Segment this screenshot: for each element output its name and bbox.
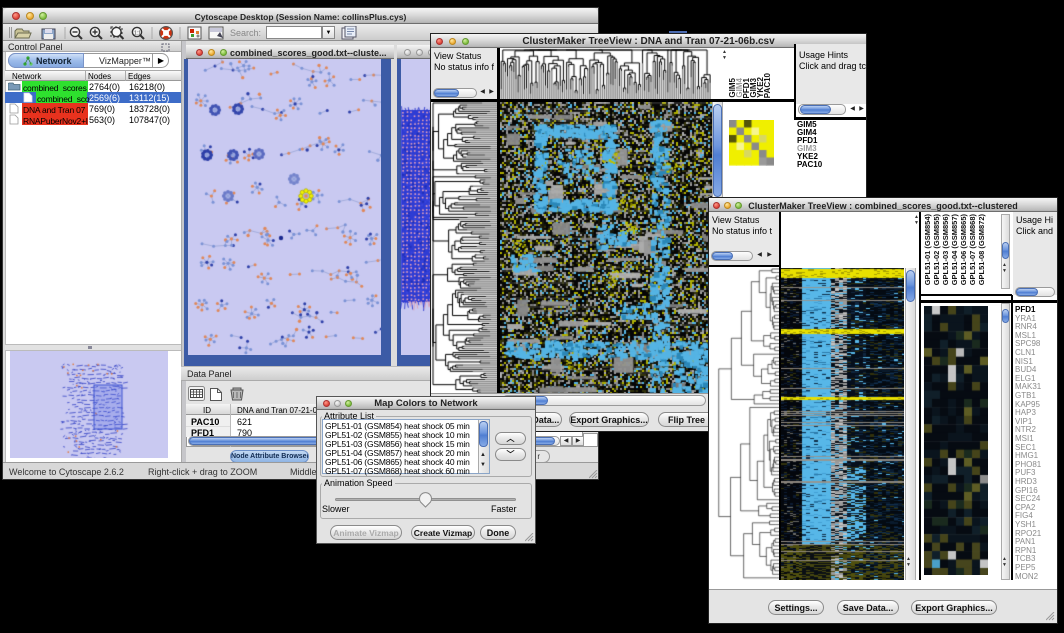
svg-text:1:1: 1:1 bbox=[134, 31, 141, 37]
